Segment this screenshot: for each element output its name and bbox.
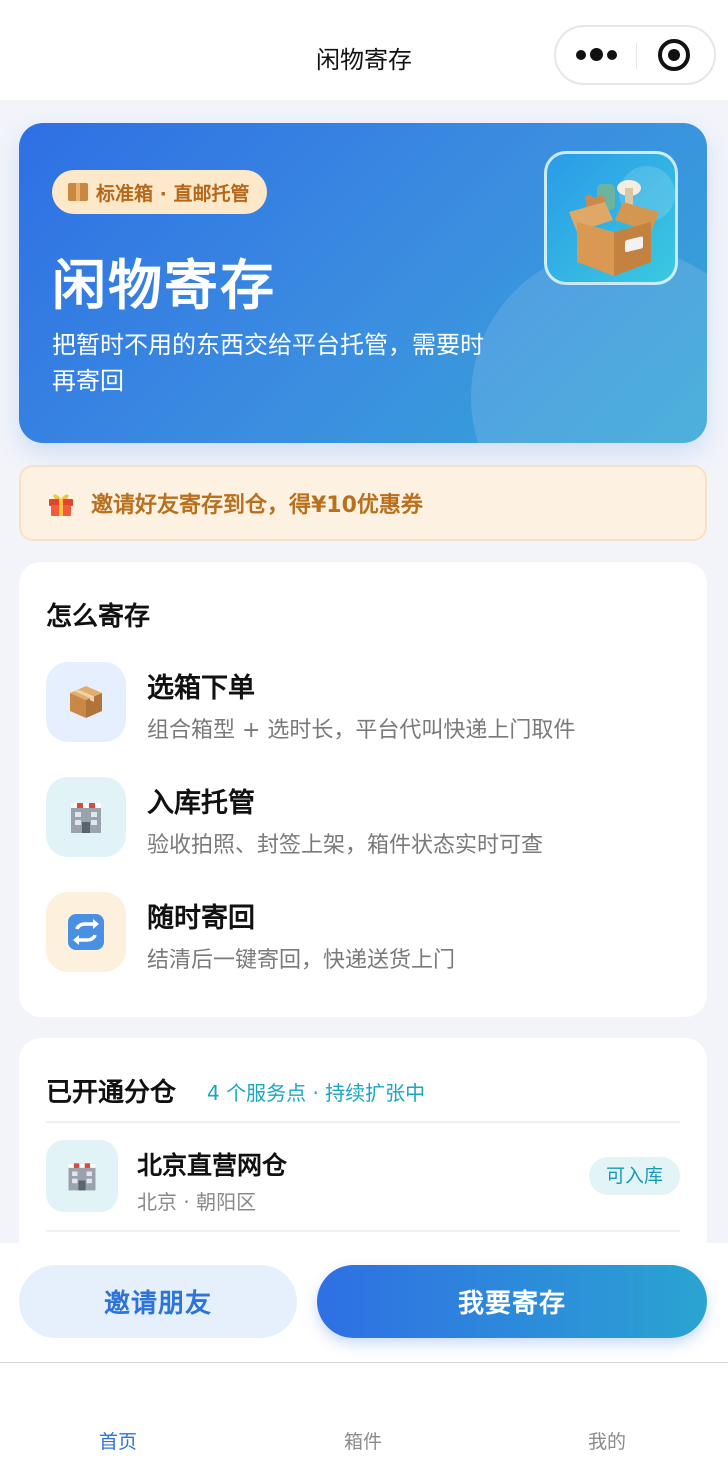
warehouses-card: 已开通分仓 4 个服务点 · 持续扩张中 北京直营网仓 北京 · 朝阳区 可入库 [19,1038,707,1278]
warehouse-name: 北京直营网仓 [137,1151,288,1180]
app-page: 闲物寄存 标准箱 · 直邮托管 闲物寄存 把暂时不用的东西交给平台托管，需要时 … [0,0,728,1482]
how-it-works-title: 怎么寄存 [46,602,151,632]
package-icon [46,662,126,742]
hero-description: 把暂时不用的东西交给平台托管，需要时 再寄回 [52,327,542,399]
tab-boxes[interactable]: 箱件 [283,1427,443,1454]
tab-home[interactable]: 首页 [38,1427,198,1454]
step-title: 选箱下单 [147,673,255,704]
warehouses-title: 已开通分仓 [46,1078,177,1108]
warehouse-location: 北京 · 朝阳区 [137,1190,257,1214]
mini-program-capsule [554,25,716,85]
hero-banner: 标准箱 · 直邮托管 闲物寄存 把暂时不用的东西交给平台托管，需要时 再寄回 [19,123,707,443]
step-title: 随时寄回 [147,903,255,934]
start-storage-button[interactable]: 我要寄存 [317,1265,707,1338]
close-target-icon[interactable] [658,39,690,71]
warehouse-icon [46,777,126,857]
step-description: 验收拍照、封签上架，箱件状态实时可查 [147,833,544,858]
hero-badge-label: 标准箱 · 直邮托管 [96,182,250,205]
status-badge: 可入库 [588,1157,680,1195]
repeat-icon [46,892,126,972]
hero-description-line2: 再寄回 [52,367,124,395]
step-item: 选箱下单 组合箱型 + 选时长，平台代叫快递上门取件 [46,662,686,744]
step-title: 入库托管 [147,788,255,819]
step-description: 结清后一键寄回，快递送货上门 [147,948,456,973]
step-item: 随时寄回 结清后一键寄回，快递送货上门 [46,892,686,974]
divider [46,1230,680,1232]
warehouse-icon [46,1140,118,1212]
invite-promo-banner[interactable]: 邀请好友寄存到仓，得¥10优惠券 [19,465,707,541]
divider [46,1121,680,1123]
step-item: 入库托管 验收拍照、封签上架，箱件状态实时可查 [46,777,686,859]
hero-description-line1: 把暂时不用的东西交给平台托管，需要时 [52,331,484,359]
tab-mine[interactable]: 我的 [527,1427,687,1454]
warehouses-subtitle: 4 个服务点 · 持续扩张中 [207,1081,426,1105]
nav-bar: 闲物寄存 [0,0,728,100]
promo-text: 邀请好友寄存到仓，得¥10优惠券 [91,493,423,518]
invite-friends-button[interactable]: 邀请朋友 [19,1265,297,1338]
how-it-works-card: 怎么寄存 选箱下单 组合箱型 + 选时长，平台代叫快递上门取件 入库托管 验收拍… [19,562,707,1017]
warehouse-item[interactable]: 北京直营网仓 北京 · 朝阳区 可入库 [46,1140,680,1214]
hero-title: 闲物寄存 [52,254,276,317]
capsule-divider [636,43,637,69]
step-description: 组合箱型 + 选时长，平台代叫快递上门取件 [147,718,576,743]
tab-bar: 首页 箱件 我的 [0,1362,728,1482]
more-icon[interactable] [574,44,624,66]
storage-box-illustration [544,151,678,285]
package-icon [68,183,88,201]
hero-badge: 标准箱 · 直邮托管 [52,170,268,214]
bottom-action-bar: 邀请朋友 我要寄存 [0,1243,728,1362]
gift-icon [49,494,73,516]
